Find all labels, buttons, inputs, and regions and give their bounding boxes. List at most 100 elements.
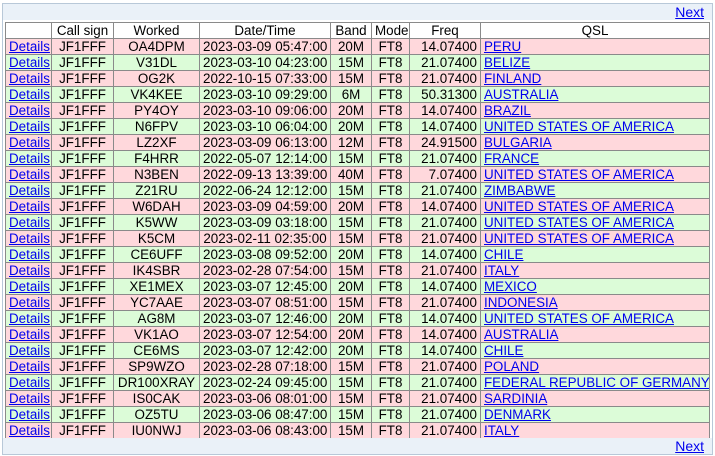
qsl-cell: UNITED STATES OF AMERICA: [480, 310, 710, 327]
details-cell: Details: [5, 182, 52, 199]
qsl-link[interactable]: FINLAND: [484, 72, 541, 86]
qsl-cell: FEDERAL REPUBLIC OF GERMANY: [480, 374, 710, 391]
details-cell: Details: [5, 166, 52, 183]
qsl-link[interactable]: BRAZIL: [484, 104, 531, 118]
details-link[interactable]: Details: [9, 40, 50, 54]
qsl-link[interactable]: ITALY: [484, 264, 519, 278]
worked-cell: N3BEN: [113, 166, 200, 183]
details-link[interactable]: Details: [9, 88, 50, 102]
details-link[interactable]: Details: [9, 184, 50, 198]
details-link[interactable]: Details: [9, 216, 50, 230]
details-link[interactable]: Details: [9, 152, 50, 166]
datetime-cell: 2023-03-07 12:45:00: [199, 278, 331, 295]
details-link[interactable]: Details: [9, 72, 50, 86]
details-link[interactable]: Details: [9, 344, 50, 358]
table-row: Details JF1FFF Z21RU 2022-06-24 12:12:00 15M…: [5, 182, 710, 199]
details-link[interactable]: Details: [9, 312, 50, 326]
details-link[interactable]: Details: [9, 200, 50, 214]
datetime-cell: 2023-03-07 12:54:00: [199, 326, 331, 343]
qsl-link[interactable]: POLAND: [484, 360, 539, 374]
details-link[interactable]: Details: [9, 232, 50, 246]
details-link[interactable]: Details: [9, 56, 50, 70]
qsl-link[interactable]: BELIZE: [484, 56, 530, 70]
details-link[interactable]: Details: [9, 136, 50, 150]
qsl-link[interactable]: UNITED STATES OF AMERICA: [484, 168, 674, 182]
qsl-link[interactable]: CHILE: [484, 248, 523, 262]
call-sign-cell: JF1FFF: [51, 166, 114, 183]
details-link[interactable]: Details: [9, 280, 50, 294]
qsl-link[interactable]: AUSTRALIA: [484, 328, 558, 342]
call-sign-cell: JF1FFF: [51, 278, 114, 295]
qsl-link[interactable]: UNITED STATES OF AMERICA: [484, 232, 674, 246]
qsl-link[interactable]: PERU: [484, 40, 521, 54]
qsl-link[interactable]: MEXICO: [484, 280, 537, 294]
qsl-cell: CHILE: [480, 342, 710, 359]
qsl-link[interactable]: CHILE: [484, 344, 523, 358]
datetime-cell: 2023-03-10 09:06:00: [199, 102, 331, 119]
band-cell: 15M: [330, 182, 372, 199]
details-link[interactable]: Details: [9, 104, 50, 118]
call-sign-cell: JF1FFF: [51, 86, 114, 103]
details-link[interactable]: Details: [9, 408, 50, 422]
log-frame: Next Call sign Worked Date/Time Band Mod…: [2, 3, 713, 455]
band-cell: 15M: [330, 406, 372, 423]
qsl-link[interactable]: ZIMBABWE: [484, 184, 555, 198]
worked-cell: AG8M: [113, 310, 200, 327]
mode-cell: FT8: [371, 422, 410, 439]
table-row: Details JF1FFF N3BEN 2022-09-13 13:39:00 40M…: [5, 166, 710, 183]
table-row: Details JF1FFF AG8M 2023-03-07 12:46:00 20M F…: [5, 310, 710, 327]
qsl-link[interactable]: SARDINIA: [484, 392, 547, 406]
qsl-link[interactable]: UNITED STATES OF AMERICA: [484, 312, 674, 326]
worked-cell: OG2K: [113, 70, 200, 87]
table-row: Details JF1FFF OG2K 2022-10-15 07:33:00 15M F…: [5, 70, 710, 87]
freq-cell: 14.07400: [409, 102, 481, 119]
qsl-link[interactable]: INDONESIA: [484, 296, 558, 310]
details-link[interactable]: Details: [9, 424, 50, 438]
worked-cell: IU0NWJ: [113, 422, 200, 439]
qsl-link[interactable]: UNITED STATES OF AMERICA: [484, 200, 674, 214]
qsl-link[interactable]: ITALY: [484, 424, 519, 438]
datetime-cell: 2023-02-24 09:45:00: [199, 374, 331, 391]
details-link[interactable]: Details: [9, 120, 50, 134]
details-link[interactable]: Details: [9, 168, 50, 182]
details-cell: Details: [5, 134, 52, 151]
band-cell: 20M: [330, 310, 372, 327]
qsl-link[interactable]: FEDERAL REPUBLIC OF GERMANY: [484, 376, 709, 390]
qsl-link[interactable]: UNITED STATES OF AMERICA: [484, 216, 674, 230]
qsl-link[interactable]: DENMARK: [484, 408, 551, 422]
call-sign-cell: JF1FFF: [51, 198, 114, 215]
qsl-link[interactable]: UNITED STATES OF AMERICA: [484, 120, 674, 134]
worked-cell: VK1AO: [113, 326, 200, 343]
next-link-bottom[interactable]: Next: [675, 438, 712, 454]
band-cell: 15M: [330, 422, 372, 439]
qsl-link[interactable]: AUSTRALIA: [484, 88, 558, 102]
details-link[interactable]: Details: [9, 360, 50, 374]
freq-cell: 14.07400: [409, 310, 481, 327]
worked-cell: V31DL: [113, 54, 200, 71]
datetime-cell: 2023-03-10 09:29:00: [199, 86, 331, 103]
details-link[interactable]: Details: [9, 392, 50, 406]
freq-cell: 14.07400: [409, 198, 481, 215]
table-row: Details JF1FFF CE6UFF 2023-03-08 09:52:00 20…: [5, 246, 710, 263]
datetime-cell: 2023-02-28 07:18:00: [199, 358, 331, 375]
next-link-top[interactable]: Next: [675, 4, 712, 20]
details-link[interactable]: Details: [9, 296, 50, 310]
worked-cell: DR100XRAY: [113, 374, 200, 391]
details-link[interactable]: Details: [9, 248, 50, 262]
call-sign-cell: JF1FFF: [51, 118, 114, 135]
band-cell: 20M: [330, 102, 372, 119]
details-link[interactable]: Details: [9, 264, 50, 278]
header-datetime: Date/Time: [199, 22, 331, 39]
qsl-link[interactable]: FRANCE: [484, 152, 539, 166]
qsl-link[interactable]: BULGARIA: [484, 136, 552, 150]
qsl-cell: UNITED STATES OF AMERICA: [480, 118, 710, 135]
details-link[interactable]: Details: [9, 328, 50, 342]
details-cell: Details: [5, 118, 52, 135]
band-cell: 20M: [330, 198, 372, 215]
table-row: Details JF1FFF PY4OY 2023-03-10 09:06:00 20M…: [5, 102, 710, 119]
mode-cell: FT8: [371, 294, 410, 311]
qsl-cell: UNITED STATES OF AMERICA: [480, 166, 710, 183]
details-link[interactable]: Details: [9, 376, 50, 390]
qsl-cell: FRANCE: [480, 150, 710, 167]
mode-cell: FT8: [371, 86, 410, 103]
